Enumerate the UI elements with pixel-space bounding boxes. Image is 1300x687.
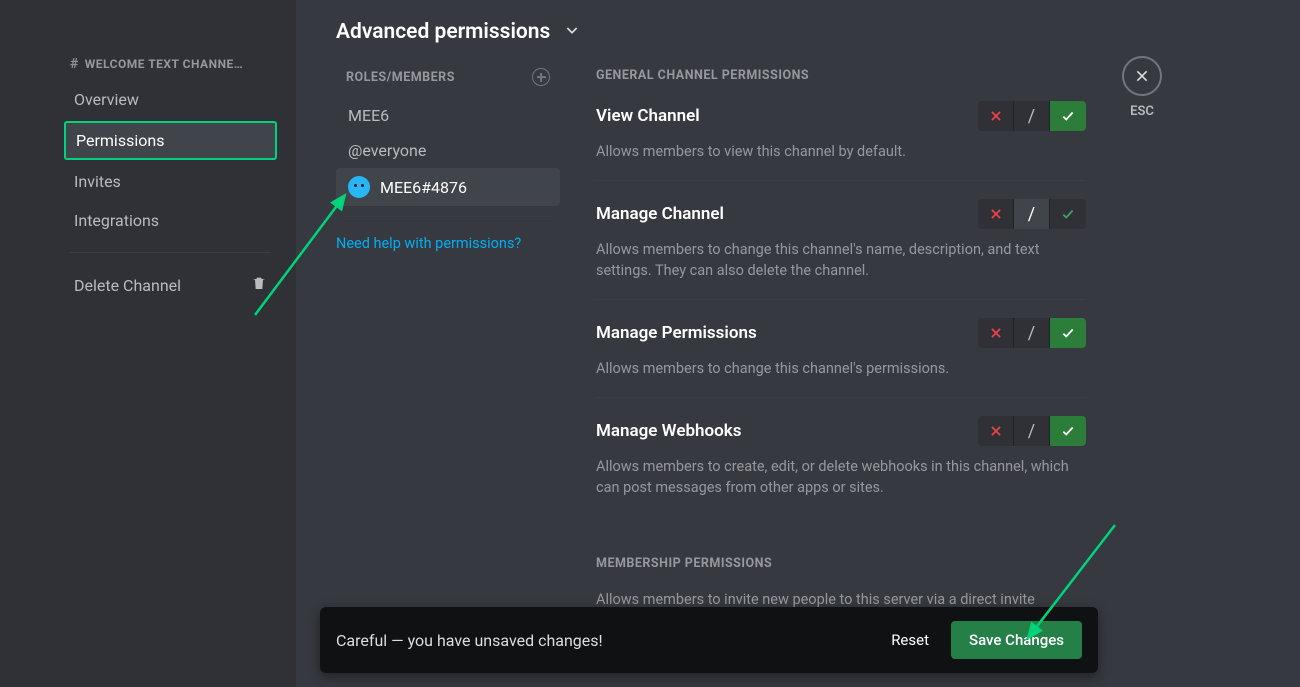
sidebar-divider <box>70 252 271 253</box>
channel-settings-sidebar: # WELCOME TEXT CHANNE… Overview Permissi… <box>0 0 296 687</box>
delete-channel-label: Delete Channel <box>74 276 181 295</box>
perm-desc: Allows members to change this channel's … <box>596 358 1086 379</box>
perm-toggle-manage-webhooks[interactable]: / <box>978 416 1086 446</box>
role-item-label: MEE6 <box>348 106 389 125</box>
role-item-member-mee6-4876[interactable]: MEE6#4876 <box>336 168 560 206</box>
delete-channel-button[interactable]: Delete Channel <box>70 267 271 303</box>
trash-icon <box>251 275 267 295</box>
perm-toggle-manage-permissions[interactable]: / <box>978 318 1086 348</box>
perm-divider <box>596 180 1086 181</box>
perm-row-manage-permissions: Manage Permissions / Allows members to c… <box>596 318 1086 379</box>
perm-title: Manage Channel <box>596 204 724 224</box>
perm-toggle-allow[interactable] <box>1050 199 1086 229</box>
perm-toggle-deny[interactable] <box>978 199 1014 229</box>
role-item-label: @everyone <box>348 141 426 160</box>
perm-toggle-neutral[interactable]: / <box>1014 101 1050 131</box>
perm-divider <box>596 299 1086 300</box>
sidebar-item-permissions[interactable]: Permissions <box>64 121 277 160</box>
perm-toggle-deny[interactable] <box>978 101 1014 131</box>
section-label-membership: Membership Permissions <box>596 556 1086 571</box>
role-item-mee6[interactable]: MEE6 <box>336 98 560 133</box>
permissions-column: General Channel Permissions View Channel… <box>596 68 1086 610</box>
perm-toggle-neutral[interactable]: / <box>1014 416 1050 446</box>
unsaved-message: Careful — you have unsaved changes! <box>336 631 603 650</box>
permissions-help-link[interactable]: Need help with permissions? <box>336 227 560 260</box>
chevron-down-icon[interactable] <box>564 22 580 42</box>
perm-desc: Allows members to create, edit, or delet… <box>596 456 1086 498</box>
sidebar-item-overview[interactable]: Overview <box>64 82 277 117</box>
role-item-everyone[interactable]: @everyone <box>336 133 560 168</box>
hash-icon: # <box>70 56 79 72</box>
perm-toggle-allow[interactable] <box>1050 318 1086 348</box>
perm-toggle-neutral[interactable]: / <box>1014 318 1050 348</box>
perm-divider <box>596 397 1086 398</box>
perm-toggle-allow[interactable] <box>1050 101 1086 131</box>
add-role-button[interactable] <box>532 68 550 86</box>
reset-button[interactable]: Reset <box>891 631 929 649</box>
perm-toggle-neutral[interactable]: / <box>1014 199 1050 229</box>
perm-toggle-manage-channel[interactable]: / <box>978 199 1086 229</box>
avatar <box>348 176 370 198</box>
perm-title: View Channel <box>596 106 700 126</box>
perm-desc: Allows members to view this channel by d… <box>596 141 1086 162</box>
perm-row-view-channel: View Channel / Allows members to view th… <box>596 101 1086 162</box>
sidebar-channel-name: WELCOME TEXT CHANNE… <box>85 57 243 71</box>
perm-toggle-deny[interactable] <box>978 318 1014 348</box>
page-title: Advanced permissions <box>336 20 550 44</box>
close-button[interactable] <box>1122 56 1162 96</box>
perm-toggle-view-channel[interactable]: / <box>978 101 1086 131</box>
roles-members-label: Roles/Members <box>346 70 455 85</box>
section-label-general: General Channel Permissions <box>596 68 1086 83</box>
roles-column: Roles/Members MEE6 @everyone MEE6#4876 N… <box>336 68 560 610</box>
esc-label: ESC <box>1122 104 1162 119</box>
roles-divider <box>344 216 552 217</box>
perm-title: Manage Webhooks <box>596 421 742 441</box>
perm-desc: Allows members to change this channel's … <box>596 239 1086 281</box>
close-area: ESC <box>1122 56 1162 119</box>
role-item-label: MEE6#4876 <box>380 178 467 197</box>
perm-toggle-allow[interactable] <box>1050 416 1086 446</box>
perm-row-manage-webhooks: Manage Webhooks / Allows members to crea… <box>596 416 1086 498</box>
save-changes-button[interactable]: Save Changes <box>951 621 1082 659</box>
sidebar-item-integrations[interactable]: Integrations <box>64 203 277 238</box>
unsaved-changes-bar: Careful — you have unsaved changes! Rese… <box>320 607 1098 673</box>
perm-toggle-deny[interactable] <box>978 416 1014 446</box>
perm-row-manage-channel: Manage Channel / Allows members to chang… <box>596 199 1086 281</box>
sidebar-channel-header: # WELCOME TEXT CHANNE… <box>70 50 271 78</box>
sidebar-item-invites[interactable]: Invites <box>64 164 277 199</box>
perm-title: Manage Permissions <box>596 323 757 343</box>
